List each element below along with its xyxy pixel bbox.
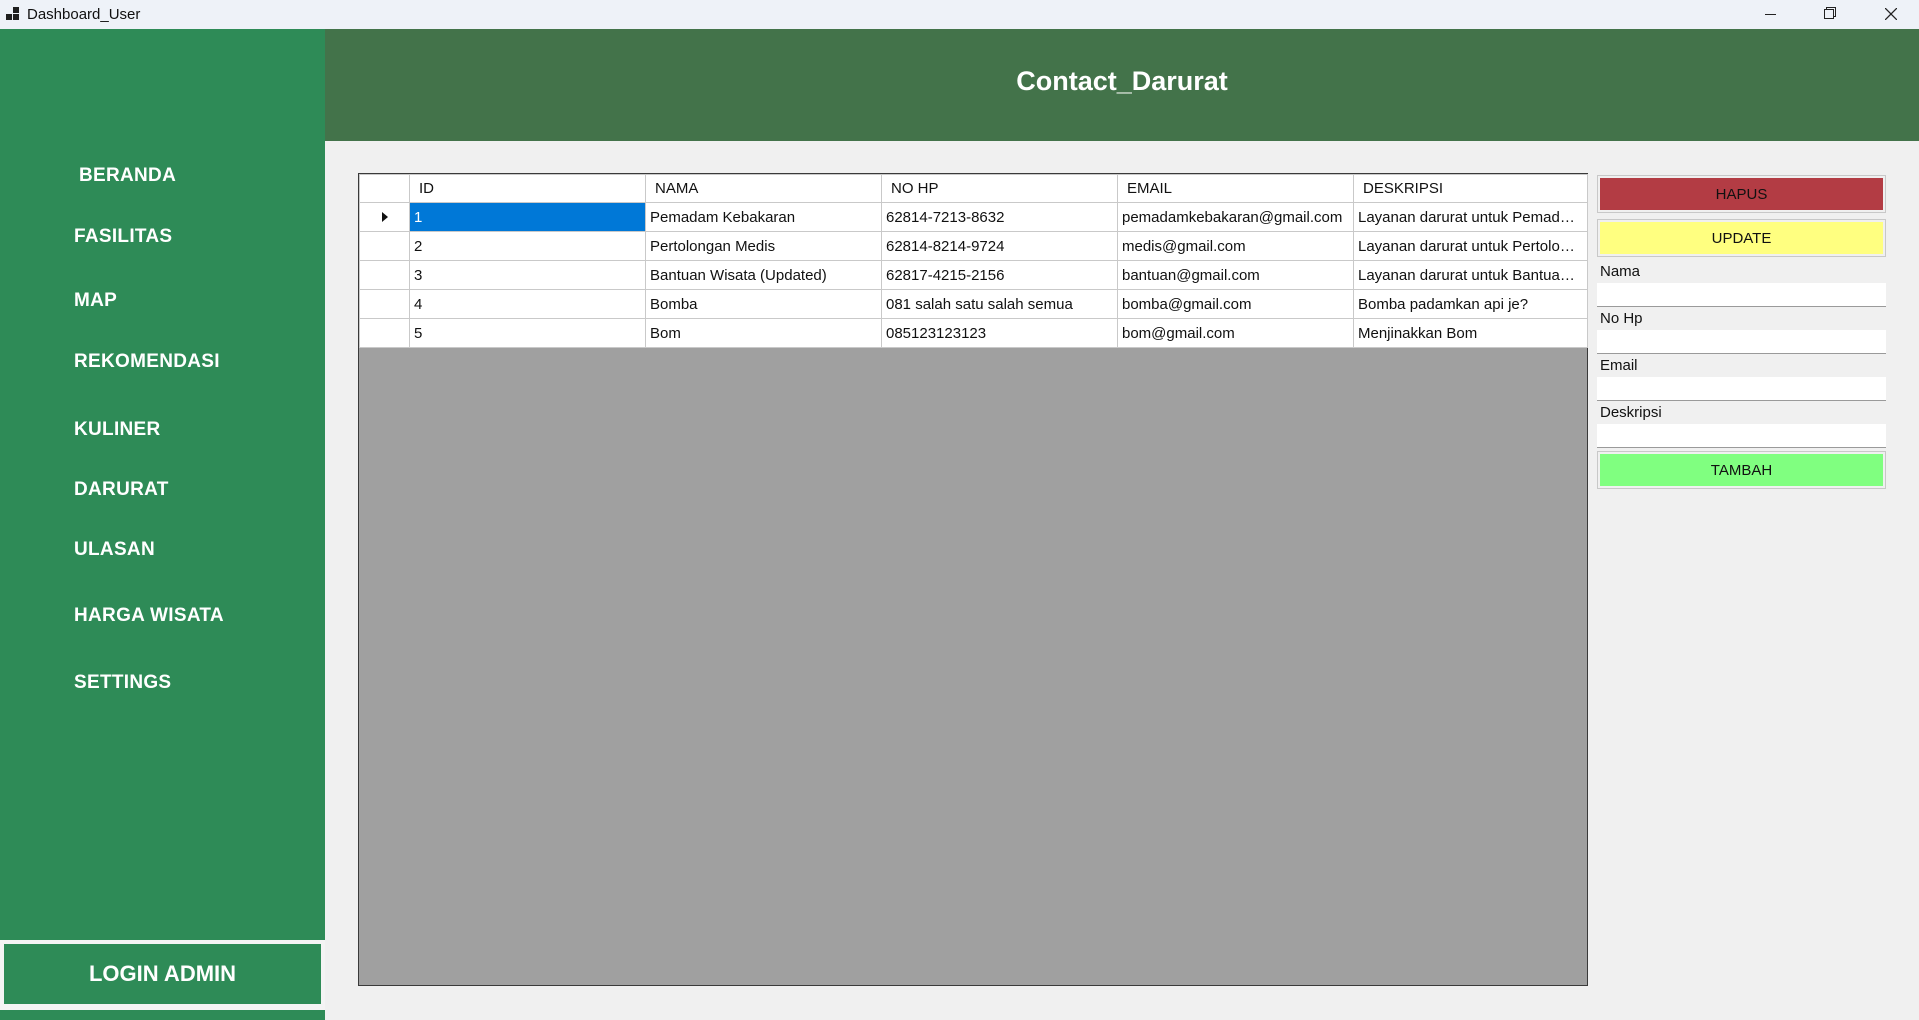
table-row[interactable]: 4 Bomba 081 salah satu salah semua bomba…	[359, 289, 1588, 319]
login-area: LOGIN ADMIN	[0, 940, 325, 1010]
tambah-button-label: TAMBAH	[1710, 461, 1773, 479]
app-icon	[6, 7, 20, 21]
row-selector[interactable]	[359, 318, 410, 348]
table-cell[interactable]: 62814-7213-8632	[881, 202, 1118, 232]
sidebar-item-kuliner[interactable]: KULINER	[74, 419, 161, 441]
sidebar-item-rekomendasi[interactable]: REKOMENDASI	[74, 351, 220, 373]
tambah-button[interactable]: TAMBAH	[1597, 451, 1886, 489]
table-cell[interactable]: 081 salah satu salah semua	[881, 289, 1118, 319]
table-cell[interactable]: Bomba	[645, 289, 882, 319]
table-row[interactable]: 5 Bom 085123123123 bom@gmail.com Menjina…	[359, 318, 1588, 348]
table-cell[interactable]: Layanan darurat untuk Pemadam…	[1353, 202, 1588, 232]
table-row[interactable]: 1 Pemadam Kebakaran 62814-7213-8632 pema…	[359, 202, 1588, 232]
table-cell[interactable]: medis@gmail.com	[1117, 231, 1354, 261]
column-header-id[interactable]: ID	[409, 174, 646, 203]
table-cell[interactable]: 085123123123	[881, 318, 1118, 348]
sidebar-item-map[interactable]: MAP	[74, 290, 117, 312]
table-header-row: ID NAMA NO HP EMAIL DESKRIPSI	[359, 174, 1588, 203]
header: Contact_Darurat	[325, 29, 1919, 141]
nama-label: Nama	[1600, 263, 1641, 280]
table-row[interactable]: 3 Bantuan Wisata (Updated) 62817-4215-21…	[359, 260, 1588, 290]
table-cell[interactable]: Layanan darurat untuk Pertolong…	[1353, 231, 1588, 261]
table-cell[interactable]: Pemadam Kebakaran	[645, 202, 882, 232]
sidebar-item-ulasan[interactable]: ULASAN	[74, 539, 155, 561]
page-title: Contact_Darurat	[1016, 66, 1228, 96]
table-cell[interactable]: bantuan@gmail.com	[1117, 260, 1354, 290]
sidebar-item-harga-wisata[interactable]: HARGA WISATA	[74, 605, 224, 627]
deskripsi-field[interactable]	[1597, 424, 1886, 448]
table-cell[interactable]: Layanan darurat untuk Bantuan …	[1353, 260, 1588, 290]
table-cell[interactable]: 62814-8214-9724	[881, 231, 1118, 261]
table-cell[interactable]: Bantuan Wisata (Updated)	[645, 260, 882, 290]
sidebar-item-beranda[interactable]: BERANDA	[79, 165, 176, 187]
column-header-no-hp[interactable]: NO HP	[881, 174, 1118, 203]
close-button[interactable]	[1862, 0, 1919, 29]
hapus-button-label: HAPUS	[1715, 185, 1768, 203]
table-cell[interactable]: 1	[409, 202, 646, 232]
nama-field[interactable]	[1597, 283, 1886, 307]
sidebar-footer	[0, 1010, 325, 1020]
row-selector[interactable]	[359, 202, 410, 232]
no-hp-label: No Hp	[1600, 310, 1643, 327]
table-cell[interactable]: 62817-4215-2156	[881, 260, 1118, 290]
table-cell[interactable]: 5	[409, 318, 646, 348]
table-cell[interactable]: Bomba padamkan api je?	[1353, 289, 1588, 319]
table-cell[interactable]: bomba@gmail.com	[1117, 289, 1354, 319]
hapus-button[interactable]: HAPUS	[1597, 175, 1886, 213]
table-cell[interactable]: 2	[409, 231, 646, 261]
email-field[interactable]	[1597, 377, 1886, 401]
sidebar-item-darurat[interactable]: DARURAT	[74, 479, 169, 501]
row-selector[interactable]	[359, 260, 410, 290]
update-button-label: UPDATE	[1711, 229, 1772, 247]
row-selector[interactable]	[359, 231, 410, 261]
row-selector[interactable]	[359, 289, 410, 319]
row-header-corner	[359, 174, 410, 203]
no-hp-field[interactable]	[1597, 330, 1886, 354]
update-button[interactable]: UPDATE	[1597, 219, 1886, 257]
current-row-arrow-icon	[381, 211, 388, 222]
minimize-button[interactable]	[1742, 0, 1799, 29]
table-cell[interactable]: Pertolongan Medis	[645, 231, 882, 261]
table-row[interactable]: 2 Pertolongan Medis 62814-8214-9724 medi…	[359, 231, 1588, 261]
deskripsi-label: Deskripsi	[1600, 404, 1662, 421]
restore-icon	[1824, 9, 1834, 19]
login-admin-button[interactable]: LOGIN ADMIN	[4, 944, 321, 1004]
column-header-deskripsi[interactable]: DESKRIPSI	[1353, 174, 1588, 203]
email-label: Email	[1600, 357, 1638, 374]
table-cell[interactable]: bom@gmail.com	[1117, 318, 1354, 348]
table-cell[interactable]: pemadamkebakaran@gmail.com	[1117, 202, 1354, 232]
title-bar: Dashboard_User	[0, 0, 1919, 30]
restore-button[interactable]	[1800, 0, 1857, 29]
table-cell[interactable]: 3	[409, 260, 646, 290]
window-title: Dashboard_User	[27, 6, 141, 23]
contact-table: ID NAMA NO HP EMAIL DESKRIPSI 1 Pemadam …	[359, 174, 1588, 348]
column-header-email[interactable]: EMAIL	[1117, 174, 1354, 203]
sidebar-item-settings[interactable]: SETTINGS	[74, 672, 171, 694]
column-header-nama[interactable]: NAMA	[645, 174, 882, 203]
sidebar-item-fasilitas[interactable]: FASILITAS	[74, 226, 172, 248]
table-cell[interactable]: Menjinakkan Bom	[1353, 318, 1588, 348]
table-cell[interactable]: Bom	[645, 318, 882, 348]
sidebar: BERANDA FASILITAS MAP REKOMENDASI KULINE…	[0, 29, 325, 1020]
table-cell[interactable]: 4	[409, 289, 646, 319]
close-icon	[1885, 8, 1897, 20]
contact-data-grid[interactable]: ID NAMA NO HP EMAIL DESKRIPSI 1 Pemadam …	[358, 173, 1588, 986]
minimize-icon	[1765, 14, 1776, 15]
